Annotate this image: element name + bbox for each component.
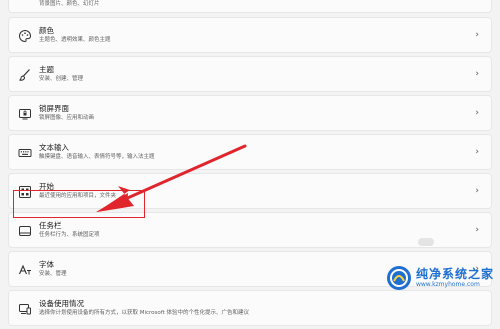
settings-item-subtitle: 最近使用的应用和项目，文件夹: [39, 193, 117, 199]
settings-item-themes[interactable]: 主题 安装、创建、管理 ›: [8, 56, 492, 92]
settings-item-title: 锁屏界面: [39, 104, 69, 113]
settings-item-title: 颜色: [39, 26, 54, 35]
settings-item-title: 字体: [39, 260, 54, 269]
chevron-right-icon: ›: [475, 186, 479, 196]
settings-item-subtitle: 锁屏图像、应用和动画: [39, 115, 95, 121]
device-usage-icon: [19, 304, 31, 315]
taskbar-icon: [19, 226, 31, 236]
settings-item-lock-screen[interactable]: 锁屏界面 锁屏图像、应用和动画 ›: [8, 95, 492, 131]
keyboard-icon: [18, 149, 32, 157]
settings-item-subtitle: 选择你计划使用设备的所有方式，以获取 Microsoft 体验中的个性化提示、广…: [39, 310, 250, 316]
font-icon: [18, 264, 31, 275]
start-menu-icon: [19, 186, 31, 198]
watermark: 纯净系统之家 www.kzmyhome.com: [386, 265, 494, 291]
settings-item-title: 主题: [39, 65, 54, 74]
settings-item-subtitle: 安装、管理: [39, 271, 67, 277]
settings-item-device-usage[interactable]: 设备使用情况 选择你计划使用设备的所有方式，以获取 Microsoft 体验中的…: [8, 290, 492, 326]
chevron-right-icon: ›: [475, 69, 479, 79]
watermark-url: www.kzmyhome.com: [415, 281, 480, 288]
settings-item-colors[interactable]: 颜色 主题色、透明效果、颜色主题 ›: [8, 17, 492, 53]
settings-item-subtitle: 安装、创建、管理: [39, 76, 84, 82]
background-row-partial[interactable]: 背景图片、颜色、幻灯片: [8, 0, 492, 13]
chevron-right-icon: ›: [475, 225, 479, 235]
lock-screen-icon: [19, 109, 31, 120]
decorative-blob: [418, 238, 434, 246]
settings-item-title: 文本输入: [39, 143, 69, 152]
background-subtitle: 背景图片、颜色、幻灯片: [39, 1, 100, 7]
settings-item-title: 开始: [39, 182, 54, 191]
settings-item-title: 设备使用情况: [39, 299, 84, 308]
brush-icon: [19, 69, 30, 81]
settings-item-title: 任务栏: [39, 221, 62, 230]
settings-item-subtitle: 任务栏行为、系统固定项: [39, 232, 100, 238]
watermark-logo-icon: [386, 266, 411, 290]
chevron-right-icon: ›: [475, 30, 479, 40]
settings-item-start[interactable]: 开始 最近使用的应用和项目，文件夹 ›: [8, 173, 492, 209]
watermark-title: 纯净系统之家: [415, 267, 494, 281]
chevron-right-icon: ›: [475, 108, 479, 118]
settings-item-subtitle: 触摸键盘、语音输入、表情符号等，输入法主题: [39, 154, 155, 160]
chevron-right-icon: ›: [475, 147, 479, 157]
settings-item-subtitle: 主题色、透明效果、颜色主题: [39, 37, 111, 43]
settings-item-text-input[interactable]: 文本输入 触摸键盘、语音输入、表情符号等，输入法主题 ›: [8, 134, 492, 170]
palette-icon: [19, 29, 31, 43]
